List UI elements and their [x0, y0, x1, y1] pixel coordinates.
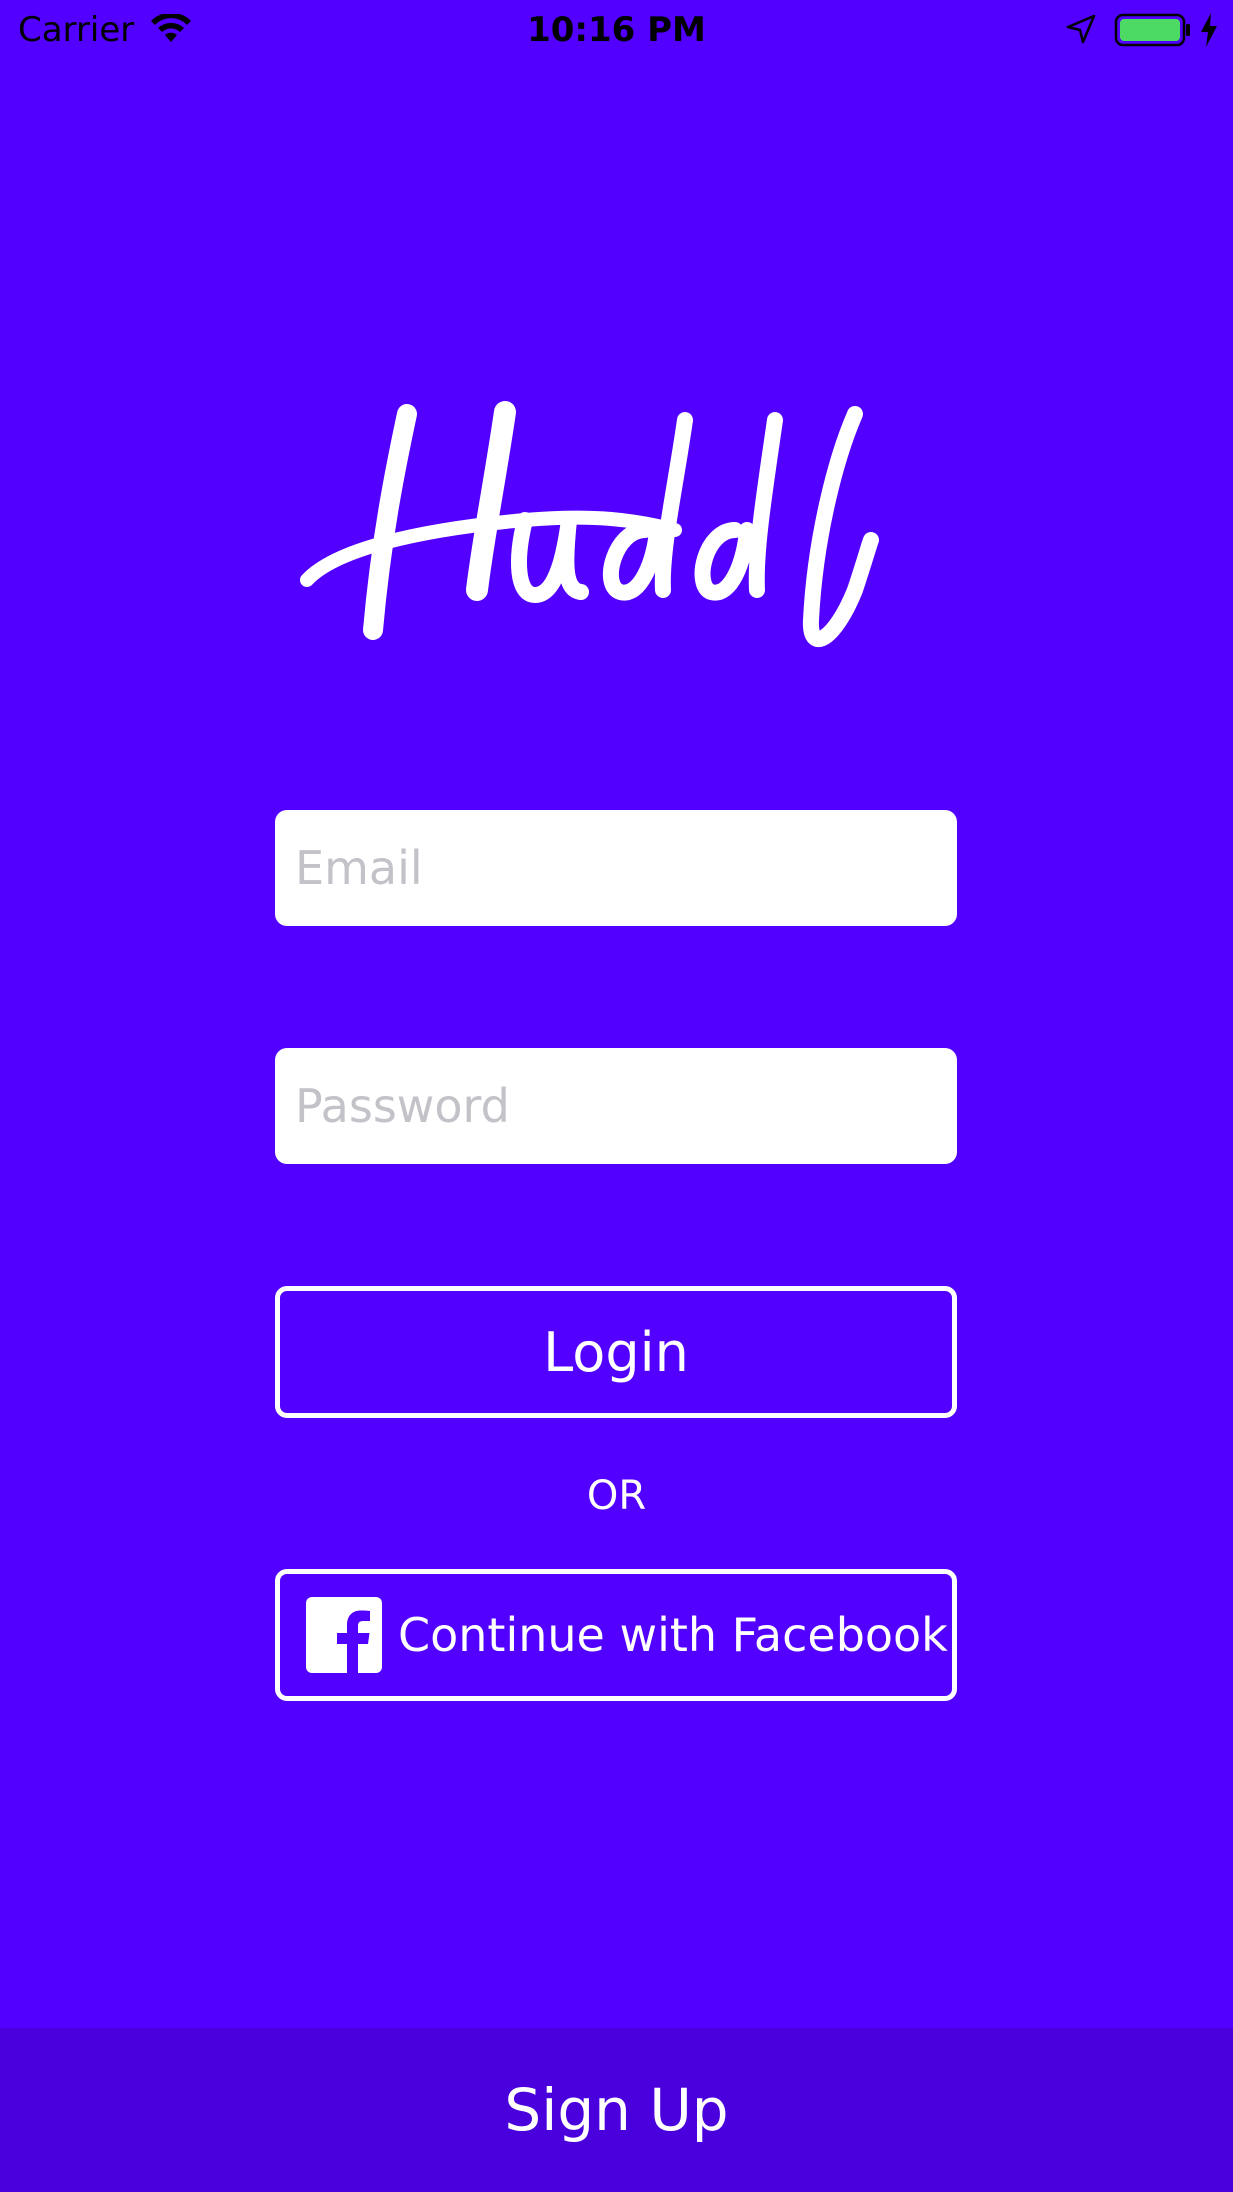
password-field[interactable] [275, 1048, 957, 1164]
or-divider-label: OR [586, 1473, 647, 1519]
facebook-icon [306, 1597, 382, 1673]
email-field[interactable] [275, 810, 957, 926]
login-button[interactable]: Login [275, 1286, 957, 1418]
sign-up-label: Sign Up [504, 2076, 729, 2144]
login-button-label: Login [543, 1320, 689, 1384]
facebook-button-label: Continue with Facebook [398, 1608, 948, 1662]
charging-bolt-icon [1201, 13, 1217, 47]
huddl-logo [300, 401, 879, 647]
location-arrow-icon [1066, 14, 1096, 44]
status-bar: Carrier 10:16 PM [0, 0, 1233, 60]
battery-icon [1114, 13, 1190, 47]
status-time: 10:16 PM [527, 10, 706, 50]
continue-with-facebook-button[interactable]: Continue with Facebook [275, 1569, 957, 1701]
sign-up-button[interactable]: Sign Up [0, 2028, 1233, 2192]
